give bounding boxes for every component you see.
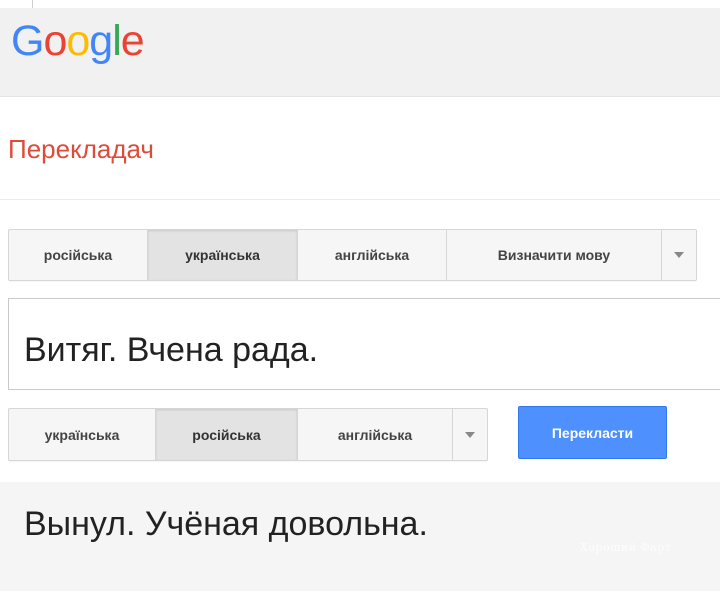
google-logo[interactable]: Google [11, 10, 145, 72]
source-text: Витяг. Вчена рада. [24, 331, 319, 369]
source-lang-russian-button[interactable]: російська [9, 230, 148, 280]
divider [0, 199, 720, 200]
header-bar: Google [0, 8, 720, 97]
watermark: Хороший Фарт [580, 541, 672, 554]
translation-result-text: Вынул. Учёная довольна. [24, 505, 428, 543]
chevron-down-icon [465, 431, 475, 438]
logo-letter: g [89, 17, 113, 65]
source-lang-english-button[interactable]: англійська [298, 230, 447, 280]
target-lang-ukrainian-button[interactable]: українська [9, 409, 156, 460]
target-language-bar: українська російська англійська [8, 408, 488, 461]
target-language-dropdown-button[interactable] [453, 409, 487, 460]
logo-letter: o [43, 17, 67, 65]
source-language-dropdown-button[interactable] [662, 230, 696, 280]
divider [32, 0, 33, 8]
logo-letter: e [120, 17, 145, 65]
target-lang-english-button[interactable]: англійська [298, 409, 453, 460]
chevron-down-icon [674, 252, 684, 258]
target-lang-russian-button[interactable]: російська [156, 409, 298, 460]
page-title: Перекладач [8, 134, 154, 164]
logo-letter: G [11, 17, 44, 65]
translate-button[interactable]: Перекласти [518, 406, 667, 459]
logo-letter: l [112, 17, 122, 65]
source-lang-ukrainian-button[interactable]: українська [148, 230, 298, 280]
top-strip [0, 0, 720, 8]
logo-letter: o [66, 17, 90, 65]
source-language-bar: російська українська англійська Визначит… [8, 229, 697, 281]
detect-language-button[interactable]: Визначити мову [447, 230, 662, 280]
